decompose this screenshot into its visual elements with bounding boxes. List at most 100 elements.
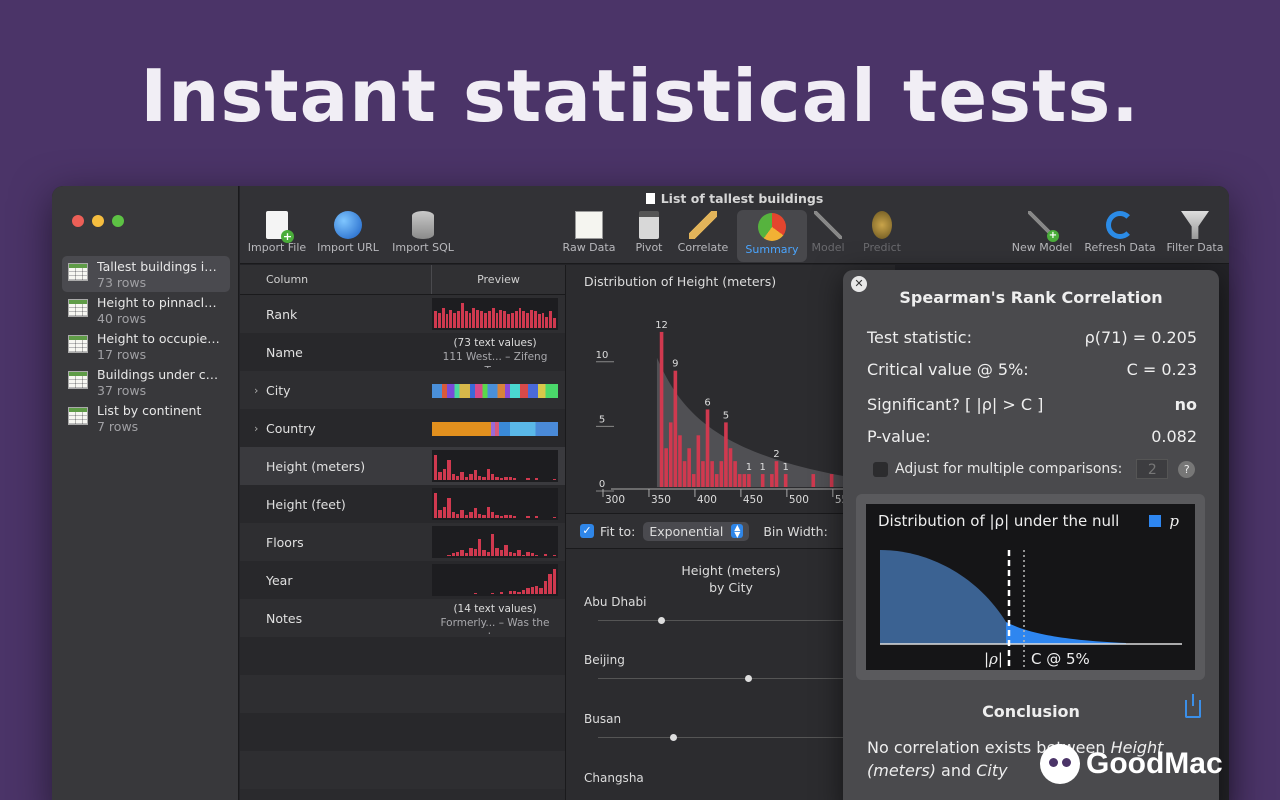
preview-histogram xyxy=(432,526,558,558)
preview-bar xyxy=(517,591,521,594)
preview-bar xyxy=(499,591,504,594)
adjust-checkbox[interactable] xyxy=(873,461,888,477)
dataset-name: Height to occupied... xyxy=(97,331,223,346)
header-preview[interactable]: Preview xyxy=(432,265,565,294)
minimize-window-button[interactable] xyxy=(92,215,104,227)
share-icon[interactable] xyxy=(1185,694,1201,718)
city-data-point[interactable] xyxy=(670,734,677,741)
table-row[interactable]: Notes (14 text values) Formerly... – Was … xyxy=(240,599,565,637)
table-icon xyxy=(68,371,88,389)
preview-bar xyxy=(441,308,445,328)
dataset-rows: 7 rows xyxy=(97,419,139,434)
table-icon xyxy=(68,299,88,317)
table-row[interactable]: Height (meters) xyxy=(240,447,565,485)
header-column[interactable]: Column xyxy=(240,265,432,294)
funnel-icon xyxy=(1181,211,1209,239)
raw-data-button[interactable]: Raw Data xyxy=(554,208,624,254)
bar-data-label: 12 xyxy=(655,320,668,331)
preview-bar xyxy=(476,309,480,328)
import-sql-button[interactable]: Import SQL xyxy=(386,208,460,254)
preview-bar xyxy=(491,512,495,518)
bar-data-label: 1 xyxy=(782,462,788,473)
table-row[interactable]: Height (feet) xyxy=(240,485,565,523)
preview-bar xyxy=(508,514,513,518)
bar-data-label: 6 xyxy=(704,397,710,408)
preview-bar xyxy=(434,454,438,480)
preview-bar xyxy=(460,509,464,518)
model-button[interactable]: Model xyxy=(806,208,850,254)
preview-bar xyxy=(503,311,507,328)
histogram-bar xyxy=(774,461,779,487)
preview-bar xyxy=(473,508,477,518)
table-row[interactable]: Year xyxy=(240,561,565,599)
pivot-button[interactable]: Pivot xyxy=(624,208,674,254)
preview-bar xyxy=(549,311,553,328)
preview-bar xyxy=(455,551,460,556)
preview-bar xyxy=(495,515,499,518)
stat-label: Test statistic: xyxy=(867,328,972,347)
histogram-bar xyxy=(742,474,747,487)
histogram-bar xyxy=(747,474,751,487)
close-window-button[interactable] xyxy=(72,215,84,227)
adjust-row: Adjust for multiple comparisons: 2 ? xyxy=(873,459,1197,479)
fit-select[interactable]: Exponential ▲ ▼ xyxy=(643,521,750,541)
preview-bars xyxy=(434,490,556,518)
dataset-item[interactable]: Tallest buildings in... 73 rows xyxy=(62,256,230,292)
summary-button[interactable]: Summary xyxy=(737,210,807,262)
preview-bar xyxy=(434,492,438,518)
preview-bar xyxy=(477,513,482,518)
fit-select-value: Exponential xyxy=(649,523,724,539)
preview-bar xyxy=(504,544,508,556)
histogram-bar xyxy=(719,461,724,487)
table-row[interactable]: › Country xyxy=(240,409,565,447)
chevron-right-icon[interactable]: › xyxy=(254,422,258,435)
histogram-bar xyxy=(811,474,816,487)
dataset-item[interactable]: Height to pinnacle... 40 rows xyxy=(62,292,230,328)
dataset-name: Tallest buildings in... xyxy=(97,259,223,274)
help-icon[interactable]: ? xyxy=(1178,460,1196,478)
histogram-bar xyxy=(737,474,742,487)
refresh-data-button[interactable]: Refresh Data xyxy=(1080,208,1160,254)
preview-bar xyxy=(437,312,441,328)
preview-bar xyxy=(552,516,556,518)
preview-stripe xyxy=(432,374,558,406)
table-row[interactable]: Name (73 text values) 111 West... – Zifen… xyxy=(240,333,565,371)
preview-text: (14 text values) Formerly... – Was the t.… xyxy=(432,602,558,634)
y-tick-label: 0 xyxy=(599,479,605,490)
new-model-label: New Model xyxy=(1011,241,1073,254)
goodmac-logo-icon xyxy=(1040,744,1080,784)
city-data-point[interactable] xyxy=(658,617,665,624)
select-arrows-icon: ▲ ▼ xyxy=(731,524,744,539)
dataset-item[interactable]: Buildings under co... 37 rows xyxy=(62,364,230,400)
histogram-bar xyxy=(701,461,705,487)
adjust-label: Adjust for multiple comparisons: xyxy=(895,461,1123,477)
table-row[interactable]: Floors xyxy=(240,523,565,561)
raw-data-label: Raw Data xyxy=(562,241,616,254)
zoom-window-button[interactable] xyxy=(112,215,124,227)
column-table: Column Preview Rank Name (73 text values… xyxy=(240,265,565,800)
chevron-right-icon[interactable]: › xyxy=(254,384,258,397)
rho-label: |ρ| xyxy=(984,650,1003,668)
new-model-button[interactable]: New Model xyxy=(1006,208,1078,254)
table-row[interactable]: › City xyxy=(240,371,565,409)
filter-data-button[interactable]: Filter Data xyxy=(1160,208,1229,254)
lightbulb-icon xyxy=(872,211,892,239)
import-file-label: Import File xyxy=(247,241,307,254)
histogram-bar xyxy=(770,474,774,487)
preview-bar xyxy=(534,554,539,556)
dataset-name: Buildings under co... xyxy=(97,367,223,382)
fit-checkbox[interactable]: ✓ xyxy=(580,524,594,538)
predict-button[interactable]: Predict xyxy=(852,208,912,254)
table-row[interactable]: Rank xyxy=(240,295,565,333)
hammer-icon xyxy=(814,211,842,239)
dataset-item[interactable]: Height to occupied... 17 rows xyxy=(62,328,230,364)
correlate-button[interactable]: Correlate xyxy=(670,208,736,254)
import-url-button[interactable]: Import URL xyxy=(313,208,383,254)
bar-data-label: 1 xyxy=(746,462,752,473)
preview-bar xyxy=(522,311,526,328)
import-file-button[interactable]: Import File xyxy=(242,208,312,254)
city-data-point[interactable] xyxy=(745,675,752,682)
category-stripe xyxy=(432,384,558,398)
comparisons-field[interactable]: 2 xyxy=(1136,459,1169,479)
dataset-item[interactable]: List by continent 7 rows xyxy=(62,400,230,436)
